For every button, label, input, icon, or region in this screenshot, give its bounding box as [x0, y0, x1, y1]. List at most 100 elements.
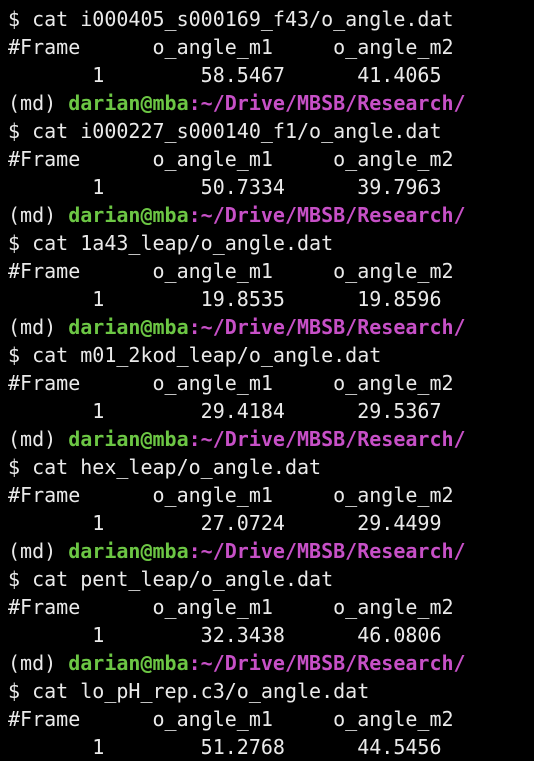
- prompt-env: (md): [8, 91, 57, 115]
- row-value-m1: 27.0724: [104, 511, 285, 535]
- output-row: 1 58.5467 41.4065: [8, 61, 534, 89]
- prompt-cwd: :~/Drive/MBSB/Research/: [188, 427, 466, 451]
- row-value-m2: 29.4499: [284, 511, 442, 535]
- output-row: 1 51.2768 44.5456: [8, 733, 534, 761]
- terminal-output[interactable]: $ cat i000405_s000169_f43/o_angle.dat #Fr…: [8, 5, 534, 761]
- header-frame: #Frame: [8, 371, 153, 395]
- output-header: #Frame o_angle_m1 o_angle_m2: [8, 593, 534, 621]
- command-line: $ cat i000227_s000140_f1/o_angle.dat: [8, 117, 534, 145]
- header-col-m1: o_angle_m1: [152, 595, 334, 619]
- command-line: $ cat m01_2kod_leap/o_angle.dat: [8, 341, 534, 369]
- row-frame: 1: [8, 511, 105, 535]
- row-value-m1: 19.8535: [104, 287, 285, 311]
- header-frame: #Frame: [8, 595, 153, 619]
- command-line: $ cat hex_leap/o_angle.dat: [8, 453, 534, 481]
- prompt-cwd: :~/Drive/MBSB/Research/: [188, 539, 466, 563]
- row-frame: 1: [8, 399, 105, 423]
- command-line: $ cat 1a43_leap/o_angle.dat: [8, 229, 534, 257]
- header-col-m2: o_angle_m2: [333, 35, 454, 59]
- row-value-m1: 29.4184: [104, 399, 285, 423]
- prompt-user-host: darian@mba: [68, 315, 189, 339]
- header-frame: #Frame: [8, 707, 153, 731]
- output-header: #Frame o_angle_m1 o_angle_m2: [8, 481, 534, 509]
- row-frame: 1: [8, 735, 105, 759]
- command-line: $ cat lo_pH_rep.c3/o_angle.dat: [8, 677, 534, 705]
- row-value-m2: 44.5456: [284, 735, 442, 759]
- row-frame: 1: [8, 63, 105, 87]
- command-text: cat hex_leap/o_angle.dat: [32, 455, 322, 479]
- prompt-user-host: darian@mba: [68, 539, 189, 563]
- header-frame: #Frame: [8, 35, 153, 59]
- prompt-line: (md) darian@mba:~/Drive/MBSB/Research/: [8, 201, 534, 229]
- prompt-user-host: darian@mba: [68, 651, 189, 675]
- header-col-m2: o_angle_m2: [333, 371, 454, 395]
- prompt-env: (md): [8, 427, 57, 451]
- row-value-m2: 41.4065: [284, 63, 442, 87]
- output-row: 1 32.3438 46.0806: [8, 621, 534, 649]
- prompt-env: (md): [8, 651, 57, 675]
- header-col-m2: o_angle_m2: [333, 707, 454, 731]
- output-header: #Frame o_angle_m1 o_angle_m2: [8, 369, 534, 397]
- prompt-user-host: darian@mba: [68, 427, 189, 451]
- command-text: cat pent_leap/o_angle.dat: [32, 567, 334, 591]
- output-row: 1 19.8535 19.8596: [8, 285, 534, 313]
- row-frame: 1: [8, 175, 105, 199]
- header-col-m1: o_angle_m1: [152, 35, 334, 59]
- command-text: cat i000227_s000140_f1/o_angle.dat: [32, 119, 442, 143]
- row-value-m2: 39.7963: [284, 175, 442, 199]
- row-value-m1: 32.3438: [104, 623, 285, 647]
- command-text: cat lo_pH_rep.c3/o_angle.dat: [32, 679, 370, 703]
- header-col-m2: o_angle_m2: [333, 259, 454, 283]
- row-frame: 1: [8, 623, 105, 647]
- output-header: #Frame o_angle_m1 o_angle_m2: [8, 705, 534, 733]
- row-frame: 1: [8, 287, 105, 311]
- command-text: cat m01_2kod_leap/o_angle.dat: [32, 343, 382, 367]
- command-text: cat i000405_s000169_f43/o_angle.dat: [32, 7, 454, 31]
- command-line: $ cat pent_leap/o_angle.dat: [8, 565, 534, 593]
- prompt-line: (md) darian@mba:~/Drive/MBSB/Research/: [8, 313, 534, 341]
- prompt-env: (md): [8, 315, 57, 339]
- header-frame: #Frame: [8, 259, 153, 283]
- prompt-symbol: $: [8, 231, 21, 255]
- prompt-env: (md): [8, 203, 57, 227]
- header-frame: #Frame: [8, 483, 153, 507]
- prompt-env: (md): [8, 539, 57, 563]
- prompt-line: (md) darian@mba:~/Drive/MBSB/Research/: [8, 537, 534, 565]
- prompt-symbol: $: [8, 343, 21, 367]
- header-col-m1: o_angle_m1: [152, 483, 334, 507]
- header-col-m1: o_angle_m1: [152, 147, 334, 171]
- command-line: $ cat i000405_s000169_f43/o_angle.dat: [8, 5, 534, 33]
- output-header: #Frame o_angle_m1 o_angle_m2: [8, 257, 534, 285]
- prompt-cwd: :~/Drive/MBSB/Research/: [188, 203, 466, 227]
- output-header: #Frame o_angle_m1 o_angle_m2: [8, 33, 534, 61]
- prompt-line: (md) darian@mba:~/Drive/MBSB/Research/: [8, 425, 534, 453]
- prompt-symbol: $: [8, 7, 21, 31]
- output-header: #Frame o_angle_m1 o_angle_m2: [8, 145, 534, 173]
- header-frame: #Frame: [8, 147, 153, 171]
- row-value-m2: 29.5367: [284, 399, 442, 423]
- prompt-line: (md) darian@mba:~/Drive/MBSB/Research/: [8, 649, 534, 677]
- prompt-line: (md) darian@mba:~/Drive/MBSB/Research/: [8, 89, 534, 117]
- prompt-user-host: darian@mba: [68, 203, 189, 227]
- row-value-m1: 51.2768: [104, 735, 285, 759]
- prompt-cwd: :~/Drive/MBSB/Research/: [188, 91, 466, 115]
- output-row: 1 50.7334 39.7963: [8, 173, 534, 201]
- prompt-cwd: :~/Drive/MBSB/Research/: [188, 651, 466, 675]
- header-col-m2: o_angle_m2: [333, 595, 454, 619]
- header-col-m1: o_angle_m1: [152, 371, 334, 395]
- output-row: 1 27.0724 29.4499: [8, 509, 534, 537]
- prompt-symbol: $: [8, 119, 21, 143]
- row-value-m1: 58.5467: [104, 63, 285, 87]
- header-col-m1: o_angle_m1: [152, 259, 334, 283]
- prompt-symbol: $: [8, 455, 21, 479]
- prompt-cwd: :~/Drive/MBSB/Research/: [188, 315, 466, 339]
- prompt-symbol: $: [8, 567, 21, 591]
- prompt-symbol: $: [8, 679, 21, 703]
- header-col-m1: o_angle_m1: [152, 707, 334, 731]
- output-row: 1 29.4184 29.5367: [8, 397, 534, 425]
- prompt-user-host: darian@mba: [68, 91, 189, 115]
- row-value-m2: 46.0806: [284, 623, 442, 647]
- header-col-m2: o_angle_m2: [333, 483, 454, 507]
- row-value-m1: 50.7334: [104, 175, 285, 199]
- header-col-m2: o_angle_m2: [333, 147, 454, 171]
